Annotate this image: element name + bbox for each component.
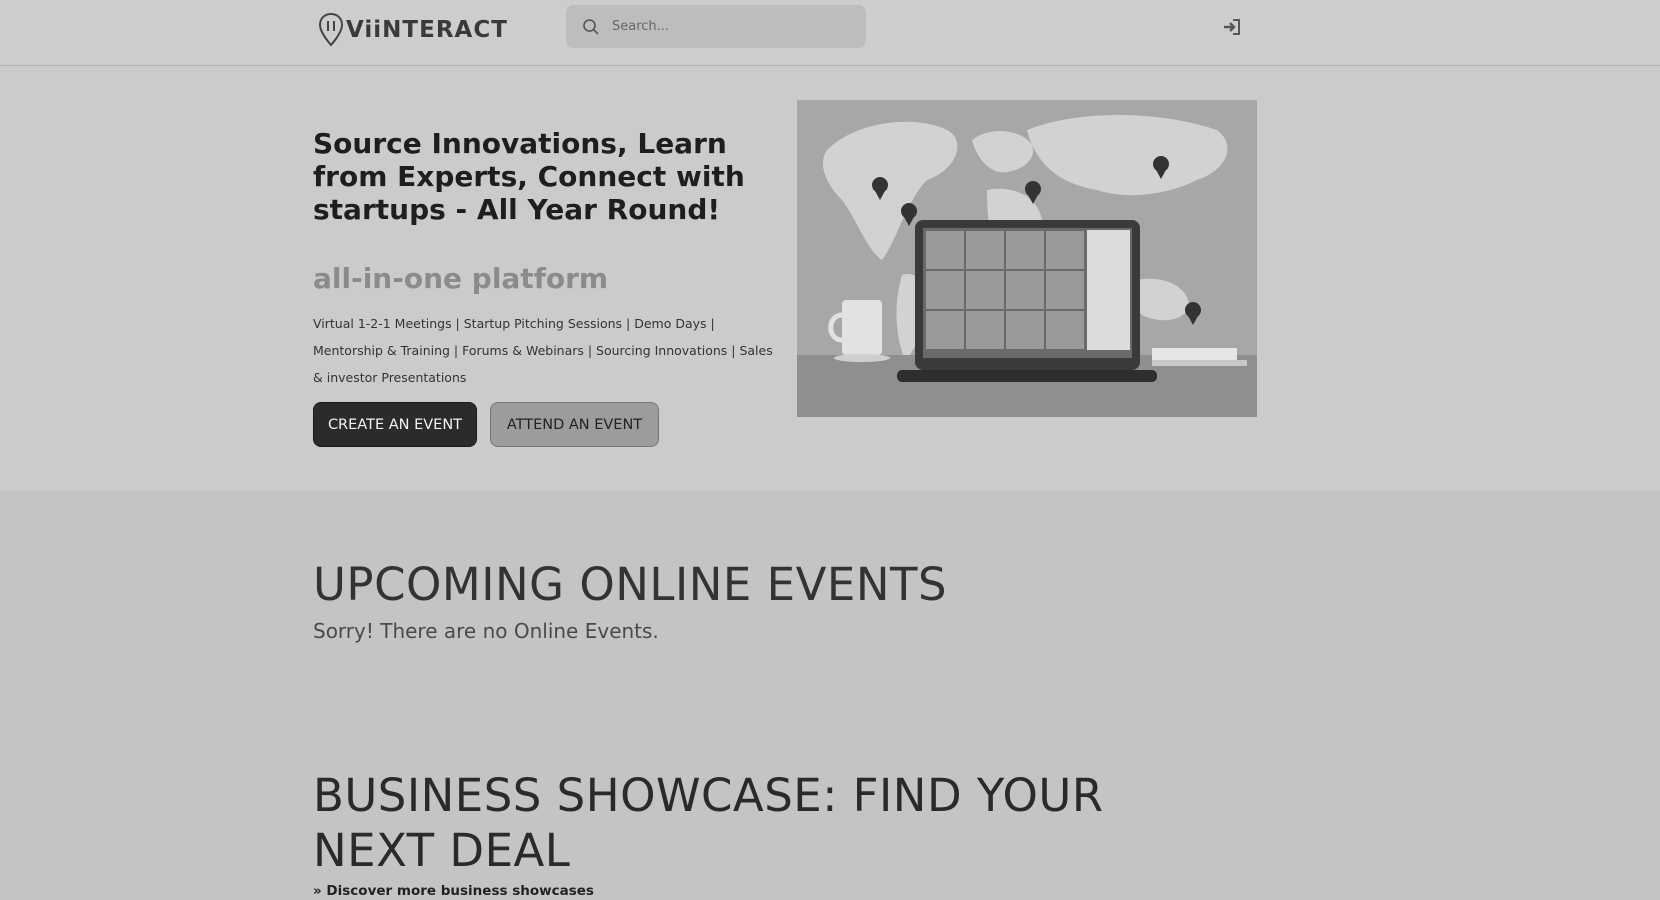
events-heading: UPCOMING ONLINE EVENTS	[313, 558, 948, 611]
hero-illustration	[797, 100, 1257, 417]
hero-title: Source Innovations, Learn from Experts, …	[313, 127, 745, 226]
hero-subtitle: all-in-one platform	[313, 262, 609, 295]
login-icon[interactable]	[1222, 17, 1242, 37]
location-pin-icon	[318, 12, 344, 47]
events-empty-message: Sorry! There are no Online Events.	[313, 619, 659, 643]
showcase-heading: BUSINESS SHOWCASE: FIND YOUR NEXT DEAL	[313, 769, 1104, 877]
world-map-laptop-illustration	[797, 100, 1257, 417]
logo[interactable]: ViiNTERACT	[318, 10, 508, 50]
search-bar[interactable]	[566, 5, 866, 48]
create-event-button[interactable]: CREATE AN EVENT	[313, 402, 477, 447]
attend-event-button[interactable]: ATTEND AN EVENT	[490, 402, 659, 447]
search-input[interactable]	[612, 19, 842, 34]
hero-section: Source Innovations, Learn from Experts, …	[0, 67, 1660, 490]
logo-text: ViiNTERACT	[346, 17, 508, 43]
search-icon	[583, 18, 599, 35]
hero-description: Virtual 1-2-1 Meetings | Startup Pitchin…	[313, 316, 773, 385]
showcase-more-link[interactable]: » Discover more business showcases	[313, 883, 594, 899]
site-header: ViiNTERACT	[0, 0, 1660, 66]
